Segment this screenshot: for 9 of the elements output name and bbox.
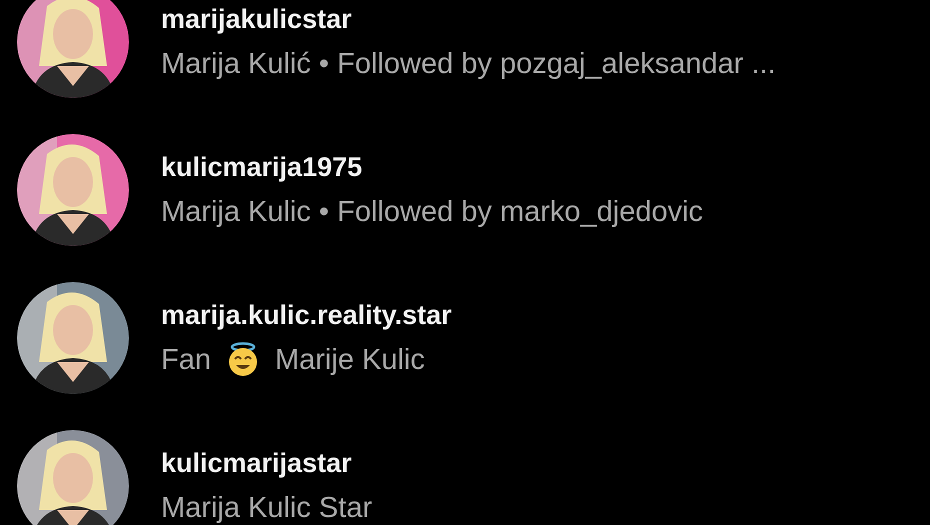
- username[interactable]: kulicmarija1975: [161, 148, 704, 186]
- account-subtitle: Marija Kulić • Followed by pozgaj_aleksandar ...: [161, 47, 776, 82]
- account-subtitle: Marija Kulic Star: [161, 491, 372, 525]
- username[interactable]: marijakulicstar: [161, 0, 776, 38]
- account-subtitle: Fan: [161, 343, 211, 378]
- username[interactable]: marija.kulic.reality.star: [161, 296, 452, 334]
- username[interactable]: kulicmarijastar: [161, 444, 372, 482]
- account-subtitle: Marija Kulic • Followed by marko_djedovic: [161, 195, 704, 230]
- account-subtitle: Marije Kulic: [274, 343, 425, 378]
